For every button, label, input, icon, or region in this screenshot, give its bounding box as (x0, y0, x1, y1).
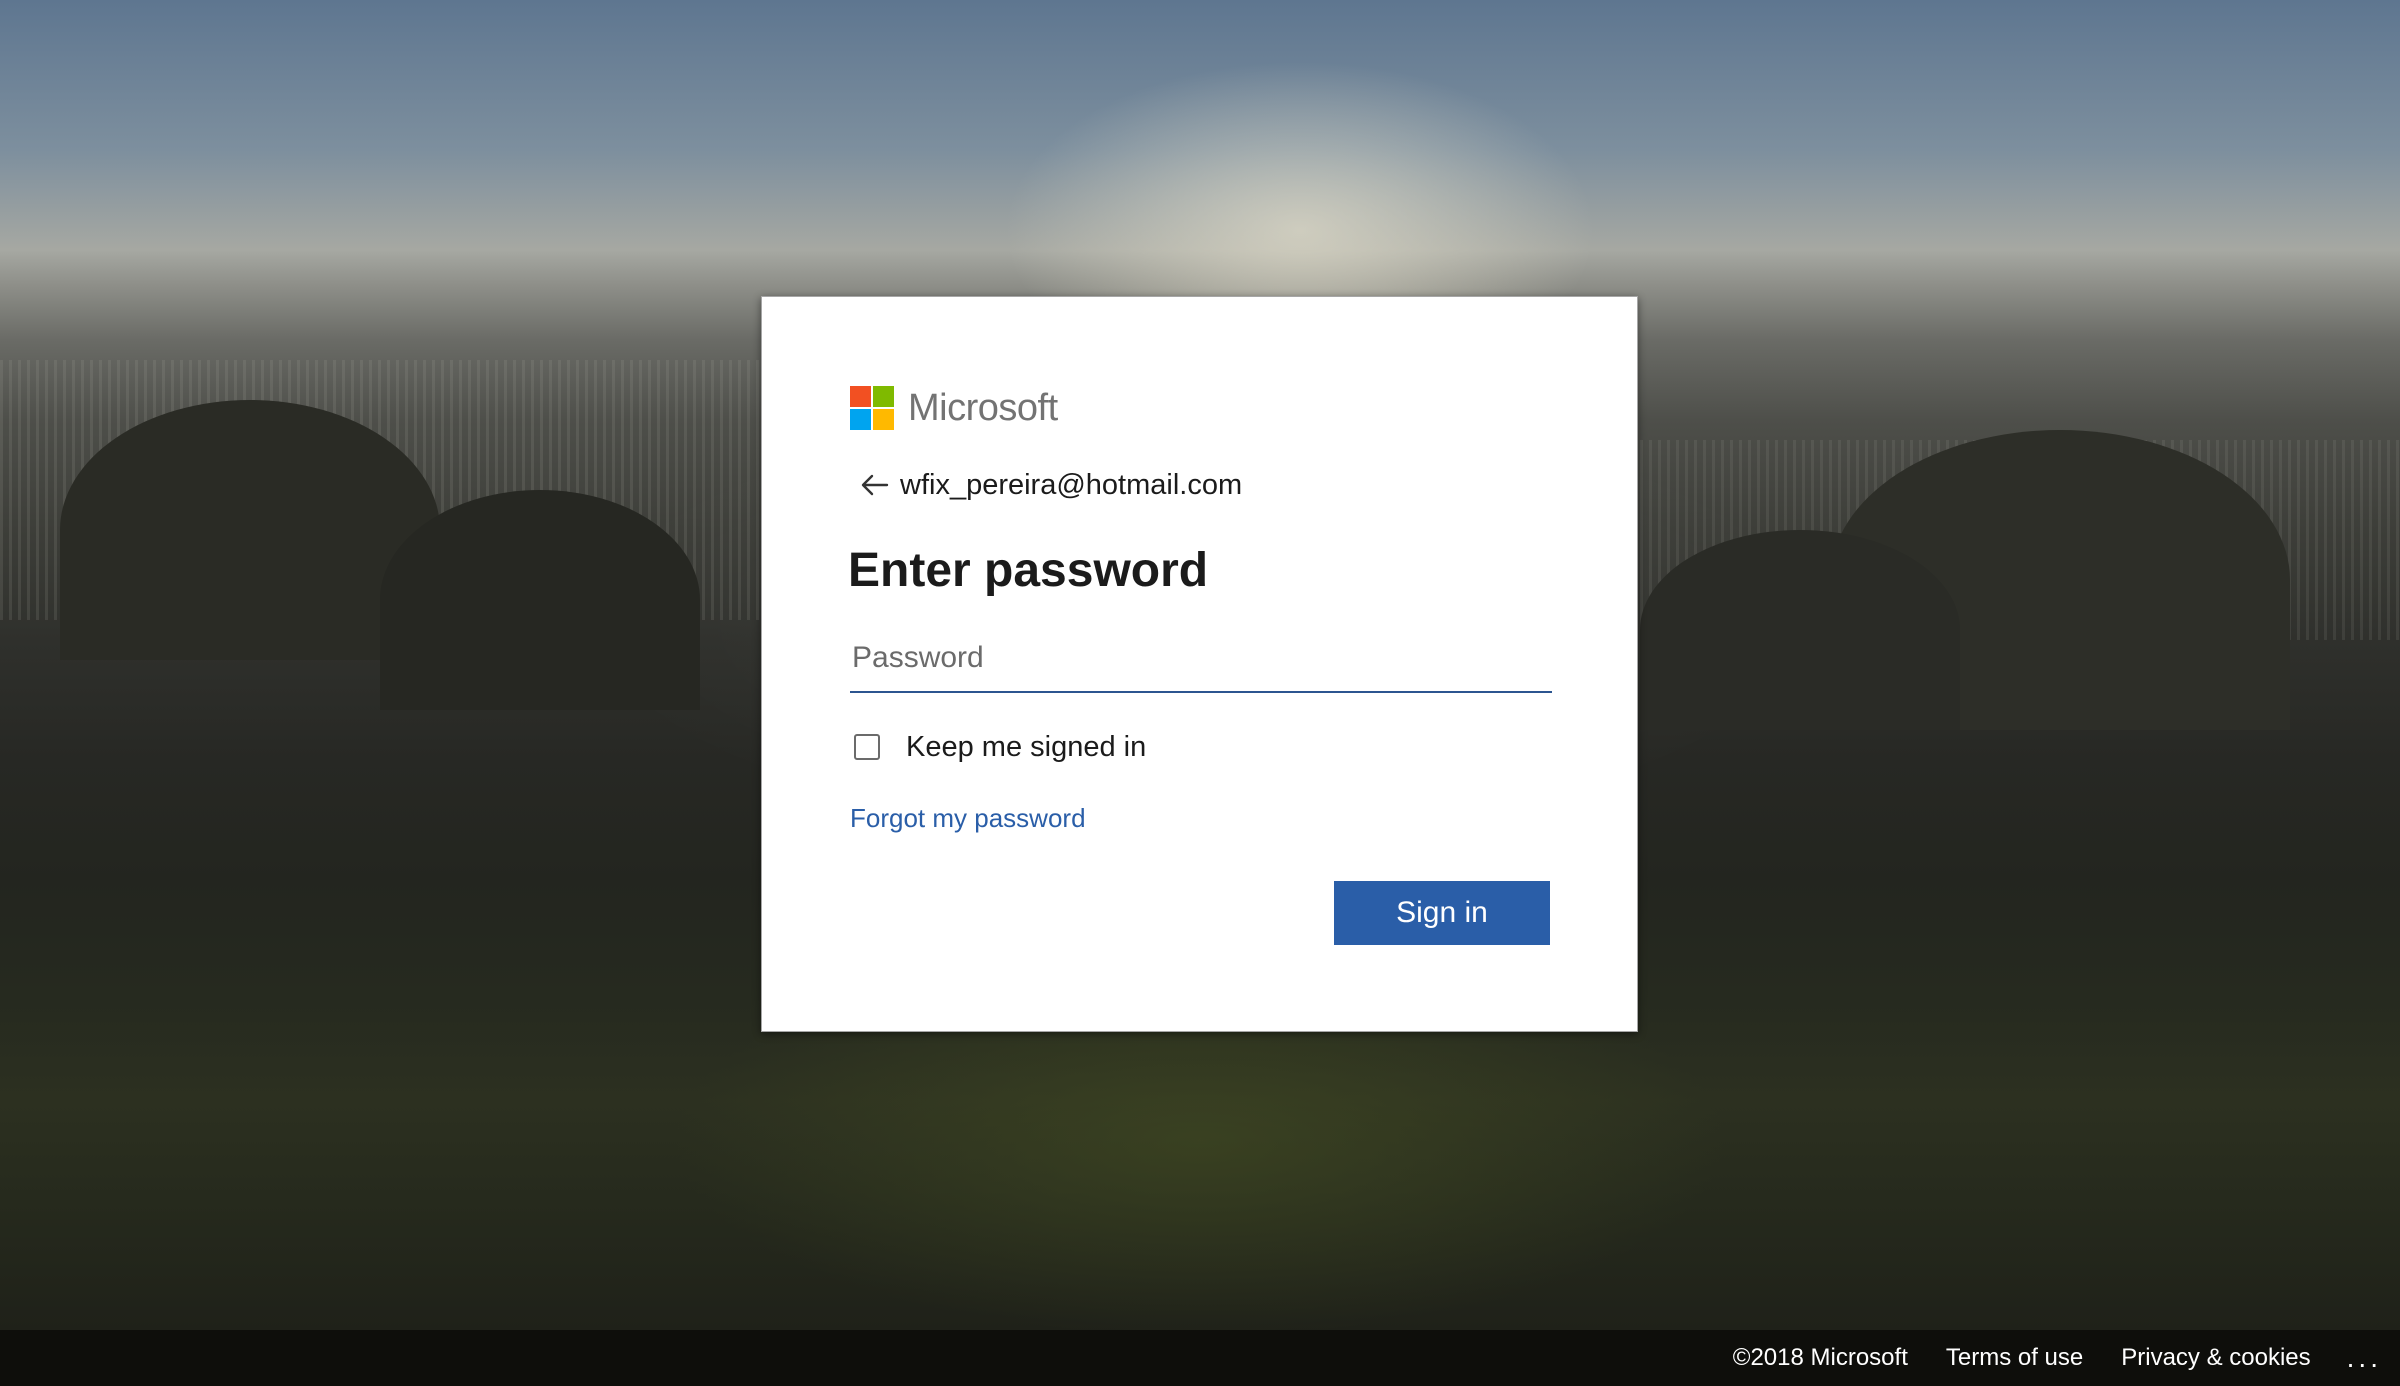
password-field-wrapper (850, 627, 1556, 693)
footer: ©2018 Microsoft Terms of use Privacy & c… (0, 1330, 2400, 1386)
keep-signed-in-row: Keep me signed in (854, 727, 1146, 767)
keep-signed-in-label: Keep me signed in (906, 730, 1147, 763)
logo-square-blue (850, 409, 871, 430)
copyright-text: ©2018 Microsoft (1732, 1344, 1908, 1371)
logo-square-green (873, 386, 894, 407)
more-options-icon[interactable]: ... (2347, 1342, 2382, 1374)
logo-square-yellow (873, 409, 894, 430)
sign-in-card: Microsoft wfix_pereira@hotmail.com Enter… (761, 296, 1638, 1032)
keep-signed-in-checkbox[interactable] (854, 734, 880, 760)
hill-center-right (1640, 530, 1960, 730)
microsoft-logo-icon (850, 386, 894, 430)
hill-center-left (380, 490, 700, 710)
forgot-password-link[interactable]: Forgot my password (850, 803, 1086, 834)
logo-wordmark: Microsoft (908, 386, 1058, 429)
terms-of-use-link[interactable]: Terms of use (1946, 1344, 2083, 1372)
password-input[interactable] (850, 627, 1556, 689)
page-title: Enter password (848, 544, 1209, 597)
sign-in-button[interactable]: Sign in (1334, 881, 1550, 945)
arrow-left-icon (861, 474, 889, 496)
back-button[interactable] (858, 468, 892, 502)
privacy-cookies-link[interactable]: Privacy & cookies (2121, 1344, 2310, 1372)
identity-banner: wfix_pereira@hotmail.com (858, 467, 1242, 503)
account-email: wfix_pereira@hotmail.com (900, 468, 1243, 501)
microsoft-logo: Microsoft (850, 384, 1058, 432)
logo-square-red (850, 386, 871, 407)
